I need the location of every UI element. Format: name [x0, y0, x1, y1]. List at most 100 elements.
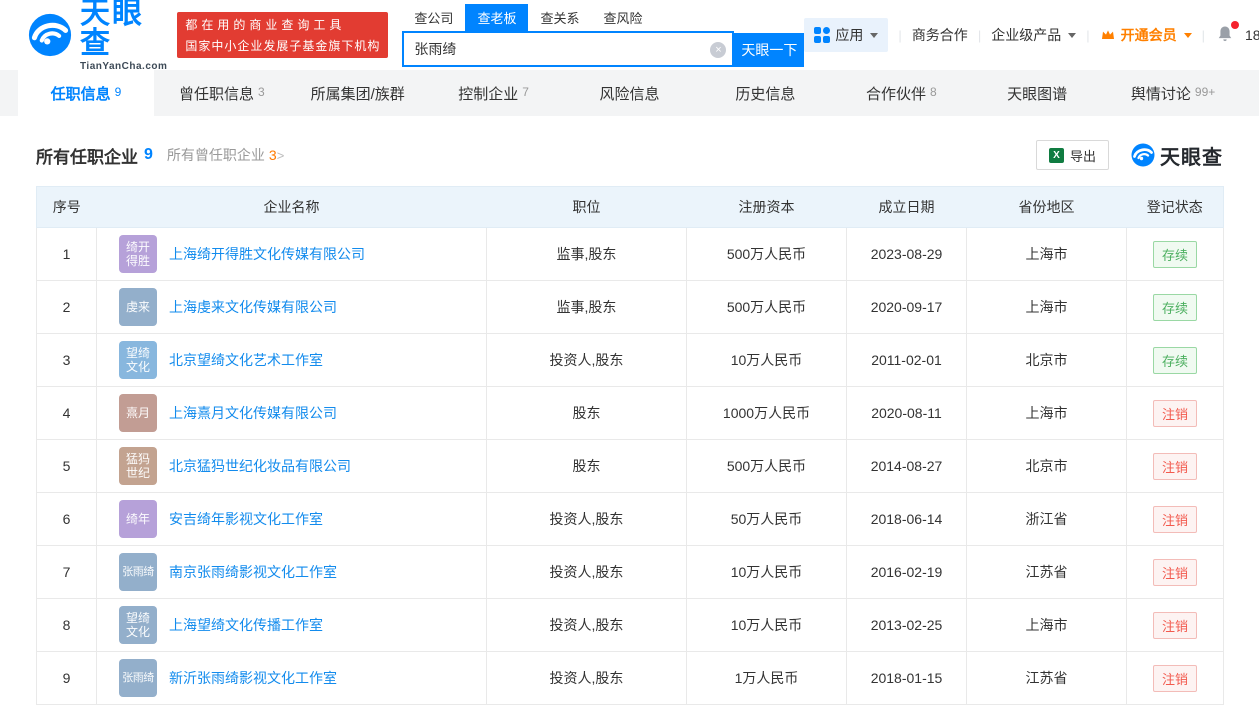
table-row: 5 猛犸 世纪 北京猛犸世纪化妆品有限公司 股东 500万人民币 2014-08-… — [36, 439, 1224, 493]
company-name-link[interactable]: 上海熹月文化传媒有限公司 — [169, 403, 337, 423]
status-badge: 注销 — [1152, 452, 1197, 480]
chevron-down-icon — [870, 32, 879, 38]
vip-upgrade-menu[interactable]: 开通会员 — [1100, 25, 1192, 45]
business-cooperation-link[interactable]: 商务合作 — [912, 25, 968, 45]
column-header: 注册资本 — [686, 186, 847, 228]
slogan-line1: 都在用的商业查询工具 — [185, 18, 346, 32]
capital-cell: 500万人民币 — [686, 280, 847, 334]
search-tab[interactable]: 查关系 — [528, 4, 591, 31]
table-row: 4 熹月 上海熹月文化传媒有限公司 股东 1000万人民币 2020-08-11… — [36, 386, 1224, 440]
position-cell: 投资人,股东 — [486, 492, 687, 546]
column-header: 登记状态 — [1126, 186, 1224, 228]
search-tabs: 查公司 查老板 查关系 查风险 — [402, 3, 735, 33]
search-tab[interactable]: 查风险 — [591, 4, 654, 31]
slogan-line2: 国家中小企业发展子基金旗下机构 — [185, 39, 381, 53]
notification-dot — [1230, 20, 1239, 29]
section-header: 所有任职企业 9 所有曾任职企业 3> X 导出 天眼查 — [36, 140, 1223, 170]
nav-tab[interactable]: 任职信息 9 — [18, 70, 154, 116]
established-date-cell: 2016-02-19 — [846, 545, 967, 599]
column-header: 企业名称 — [96, 186, 487, 228]
nav-tab[interactable]: 控制企业 7 — [426, 70, 562, 116]
region-cell: 上海市 — [966, 598, 1127, 652]
company-name-link[interactable]: 安吉绮年影视文化工作室 — [169, 509, 323, 529]
company-avatar: 虔来 — [119, 288, 157, 326]
row-number: 2 — [36, 280, 97, 334]
company-avatar: 熹月 — [119, 394, 157, 432]
nav-tab[interactable]: 天眼图谱 — [969, 70, 1105, 116]
position-cell: 监事,股东 — [486, 227, 687, 281]
capital-cell: 10万人民币 — [686, 545, 847, 599]
capital-cell: 10万人民币 — [686, 333, 847, 387]
company-name-link[interactable]: 北京望绮文化艺术工作室 — [169, 350, 323, 370]
company-name-link[interactable]: 上海绮开得胜文化传媒有限公司 — [169, 244, 365, 264]
region-cell: 浙江省 — [966, 492, 1127, 546]
position-cell: 投资人,股东 — [486, 598, 687, 652]
nav-tab[interactable]: 曾任职信息 3 — [154, 70, 290, 116]
section-title: 所有任职企业 — [36, 147, 138, 167]
status-badge: 注销 — [1152, 558, 1197, 586]
apps-label: 应用 — [835, 27, 864, 43]
company-name-link[interactable]: 上海虔来文化传媒有限公司 — [169, 297, 337, 317]
search-tab[interactable]: 查公司 — [402, 4, 465, 31]
established-date-cell: 2020-09-17 — [846, 280, 967, 334]
search-tab[interactable]: 查老板 — [465, 3, 529, 31]
positions-table: 序号 企业名称 职位 注册资本 成立日期 省份地区 登记状态 1 绮开 得胜 上海绮开得胜文化… — [36, 186, 1224, 705]
position-cell: 投资人,股东 — [486, 545, 687, 599]
status-badge: 注销 — [1152, 664, 1197, 692]
account-menu[interactable]: 186*... — [1245, 27, 1259, 43]
position-cell: 投资人,股东 — [486, 651, 687, 705]
capital-cell: 10万人民币 — [686, 598, 847, 652]
clear-search-icon[interactable]: × — [710, 41, 727, 58]
former-positions-link[interactable]: 所有曾任职企业 3> — [167, 145, 284, 165]
status-badge: 注销 — [1152, 505, 1197, 533]
nav-tab[interactable]: 所属集团/族群 — [290, 70, 426, 116]
company-name-link[interactable]: 新沂张雨绮影视文化工作室 — [169, 668, 337, 688]
capital-cell: 1000万人民币 — [686, 386, 847, 440]
capital-cell: 500万人民币 — [686, 227, 847, 281]
nav-tab[interactable]: 合作伙伴 8 — [833, 70, 969, 116]
established-date-cell: 2013-02-25 — [846, 598, 967, 652]
section-title-count: 9 — [144, 146, 153, 163]
row-number: 4 — [36, 386, 97, 440]
company-name-link[interactable]: 北京猛犸世纪化妆品有限公司 — [169, 456, 351, 476]
company-name-link[interactable]: 南京张雨绮影视文化工作室 — [169, 562, 337, 582]
row-number: 8 — [36, 598, 97, 652]
position-cell: 股东 — [486, 386, 687, 440]
divider: | — [1086, 27, 1090, 43]
table-row: 1 绮开 得胜 上海绮开得胜文化传媒有限公司 监事,股东 500万人民币 2023… — [36, 227, 1224, 281]
search-input[interactable] — [402, 32, 735, 67]
company-avatar: 望绮 文化 — [119, 341, 157, 379]
established-date-cell: 2018-06-14 — [846, 492, 967, 546]
chevron-down-icon — [1068, 32, 1077, 38]
row-number: 1 — [36, 227, 97, 281]
export-button[interactable]: X 导出 — [1035, 140, 1109, 170]
notifications-bell[interactable] — [1215, 20, 1239, 47]
row-number: 9 — [36, 651, 97, 705]
header-right: 应用 | 商务合作 | 企业级产品 | 开通会员 | 18 — [804, 18, 1259, 52]
apps-grid-icon — [814, 27, 831, 43]
nav-tab[interactable]: 历史信息 — [697, 70, 833, 116]
company-name-link[interactable]: 上海望绮文化传播工作室 — [169, 615, 323, 635]
company-avatar: 张雨绮 — [119, 553, 157, 591]
row-number: 6 — [36, 492, 97, 546]
enterprise-products-menu[interactable]: 企业级产品 — [991, 25, 1077, 45]
company-avatar: 绮年 — [119, 500, 157, 538]
nav-tab[interactable]: 风险信息 — [562, 70, 698, 116]
established-date-cell: 2011-02-01 — [846, 333, 967, 387]
position-cell: 投资人,股东 — [486, 333, 687, 387]
capital-cell: 50万人民币 — [686, 492, 847, 546]
table-body: 1 绮开 得胜 上海绮开得胜文化传媒有限公司 监事,股东 500万人民币 2023… — [36, 227, 1224, 705]
apps-menu[interactable]: 应用 — [804, 18, 889, 52]
established-date-cell: 2023-08-29 — [846, 227, 967, 281]
status-badge: 注销 — [1152, 399, 1197, 427]
divider: | — [898, 27, 902, 43]
region-cell: 江苏省 — [966, 545, 1127, 599]
row-number: 3 — [36, 333, 97, 387]
tianyancha-logo[interactable]: 天眼查 TianYanCha.com — [28, 0, 167, 72]
nav-tab[interactable]: 舆情讨论 99+ — [1105, 70, 1241, 116]
region-cell: 上海市 — [966, 386, 1127, 440]
watermark-logo: 天眼查 — [1131, 141, 1223, 170]
column-header: 省份地区 — [966, 186, 1127, 228]
search-button[interactable]: 天眼一下 — [734, 32, 805, 67]
status-badge: 存续 — [1152, 346, 1197, 374]
